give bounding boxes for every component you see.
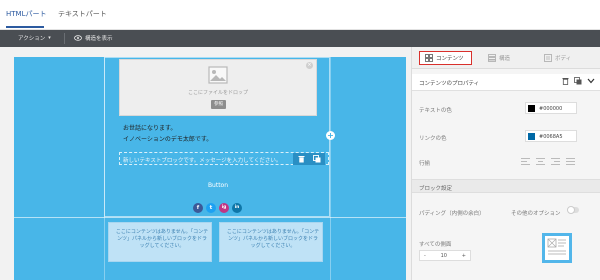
action-menu-button[interactable]: アクション ▾ (18, 34, 51, 42)
twitter-icon[interactable]: t (206, 203, 216, 213)
instagram-icon[interactable]: ig (219, 203, 229, 213)
block-settings-header: ブロック設定 (412, 179, 600, 193)
browse-button[interactable]: 参照 (211, 100, 226, 109)
text-color-label: テキストの色 (419, 108, 452, 114)
link-color-row: リンクの色 #0068A5 (412, 127, 600, 149)
align-left-icon[interactable] (521, 158, 530, 165)
stepper-plus-button[interactable]: + (462, 253, 466, 259)
social-links: f t ig in (193, 203, 242, 213)
link-color-label: リンクの色 (419, 136, 447, 142)
tab-structure[interactable]: 構造 (488, 51, 510, 65)
tab-structure-label: 構造 (499, 56, 511, 62)
align-center-icon[interactable] (536, 158, 545, 165)
image-drop-zone[interactable]: × ここにファイルをドロップ 参照 (119, 59, 317, 116)
rows-icon (488, 54, 496, 62)
line-align-label: 行揃 (419, 161, 431, 167)
padding-preview (542, 233, 572, 263)
padding-label: パディング（内側の余白） (419, 211, 485, 217)
image-placeholder-icon (208, 66, 228, 84)
body-icon (544, 54, 552, 62)
active-tab-underline (6, 26, 44, 28)
block-settings-label: ブロック設定 (419, 186, 453, 192)
empty-column-right[interactable]: ここにコンテンツはありません。「コンテンツ」パネルから新しいブロックをドラッグし… (219, 222, 323, 262)
link-color-value: #0068A5 (539, 134, 563, 140)
show-structure-button[interactable]: 構造を表示 (74, 34, 113, 42)
tab-text-part[interactable]: テキストパート (58, 9, 107, 19)
header-actions (562, 77, 595, 85)
content-block[interactable]: × ここにファイルをドロップ 参照 お世話になります。 イノベーションのデモ太郎… (104, 57, 330, 217)
add-block-button[interactable]: + (326, 131, 335, 140)
text-color-picker[interactable]: #000000 (525, 102, 577, 114)
link-color-swatch (528, 133, 535, 140)
tab-html-part[interactable]: HTMLパート (6, 9, 46, 19)
toolbar-divider (64, 33, 65, 44)
padding-value[interactable]: 10 (441, 253, 447, 259)
eye-icon (74, 35, 82, 41)
empty-column-hint: ここにコンテンツはありません。「コンテンツ」パネルから新しいブロックをドラッグし… (226, 229, 320, 249)
trash-icon[interactable] (562, 77, 569, 85)
new-text-block-placeholder: 新しいテキストブロックです。メッセージを入力してください。 (123, 158, 282, 164)
empty-column-left[interactable]: ここにコンテンツはありません。「コンテンツ」パネルから新しいブロックをドラッグし… (108, 222, 212, 262)
text-color-row: テキストの色 #000000 (412, 99, 600, 121)
action-menu-label: アクション (18, 36, 46, 42)
stepper-minus-button[interactable]: - (424, 253, 426, 259)
tab-contents-label: コンテンツ (436, 56, 464, 62)
greeting-line-2[interactable]: イノベーションのデモ太郎です。 (123, 134, 212, 143)
toggle-knob (567, 206, 575, 214)
drop-hint-text: ここにファイルをドロップ (187, 90, 248, 96)
line-align-row: 行揃 (412, 152, 600, 174)
tab-contents[interactable]: コンテンツ (419, 51, 472, 65)
tab-body-label: ボディ (555, 56, 572, 62)
facebook-icon[interactable]: f (193, 203, 203, 213)
content-preview-icon (547, 238, 566, 255)
text-color-value: #000000 (539, 106, 563, 112)
close-icon[interactable]: × (306, 62, 313, 69)
properties-panel: コンテンツ 構造 ボディ コンテンツのプロパティ テキストの色 #000000 … (411, 47, 600, 280)
two-column-row[interactable]: ここにコンテンツはありません。「コンテンツ」パネルから新しいブロックをドラッグし… (14, 217, 406, 267)
text-color-swatch (528, 105, 535, 112)
editor-area: × ここにファイルをドロップ 参照 お世話になります。 イノベーションのデモ太郎… (0, 47, 411, 280)
chevron-down-icon[interactable] (587, 78, 595, 84)
all-sides-label: すべての側面 (419, 242, 452, 248)
duplicate-icon[interactable] (313, 155, 322, 164)
content-properties-title: コンテンツのプロパティ (419, 81, 480, 87)
align-justify-icon[interactable] (566, 158, 575, 165)
grid-icon (425, 54, 433, 62)
show-structure-label: 構造を表示 (85, 36, 113, 42)
more-options-toggle[interactable] (567, 206, 579, 214)
chevron-down-icon: ▾ (48, 35, 51, 41)
editor-toolbar: アクション ▾ 構造を表示 (0, 30, 600, 47)
greeting-line-1[interactable]: お世話になります。 (123, 123, 176, 132)
email-canvas[interactable]: × ここにファイルをドロップ 参照 お世話になります。 イノベーションのデモ太郎… (14, 57, 406, 280)
alignment-options (521, 158, 575, 165)
link-color-picker[interactable]: #0068A5 (525, 130, 577, 142)
trash-icon[interactable] (297, 155, 306, 164)
align-right-icon[interactable] (551, 158, 560, 165)
padding-stepper[interactable]: - 10 + (419, 250, 471, 261)
empty-column-hint: ここにコンテンツはありません。「コンテンツ」パネルから新しいブロックをドラッグし… (115, 229, 209, 249)
linkedin-icon[interactable]: in (232, 203, 242, 213)
content-properties-header: コンテンツのプロパティ (412, 74, 600, 91)
tab-body[interactable]: ボディ (544, 51, 571, 65)
block-action-bar (293, 153, 325, 165)
panel-tab-bar: コンテンツ 構造 ボディ (412, 47, 600, 69)
more-options-label: その他のオプション (511, 211, 561, 217)
top-tab-bar: HTMLパート テキストパート (0, 0, 600, 30)
button-element[interactable]: Button (105, 182, 331, 189)
duplicate-icon[interactable] (574, 77, 582, 85)
